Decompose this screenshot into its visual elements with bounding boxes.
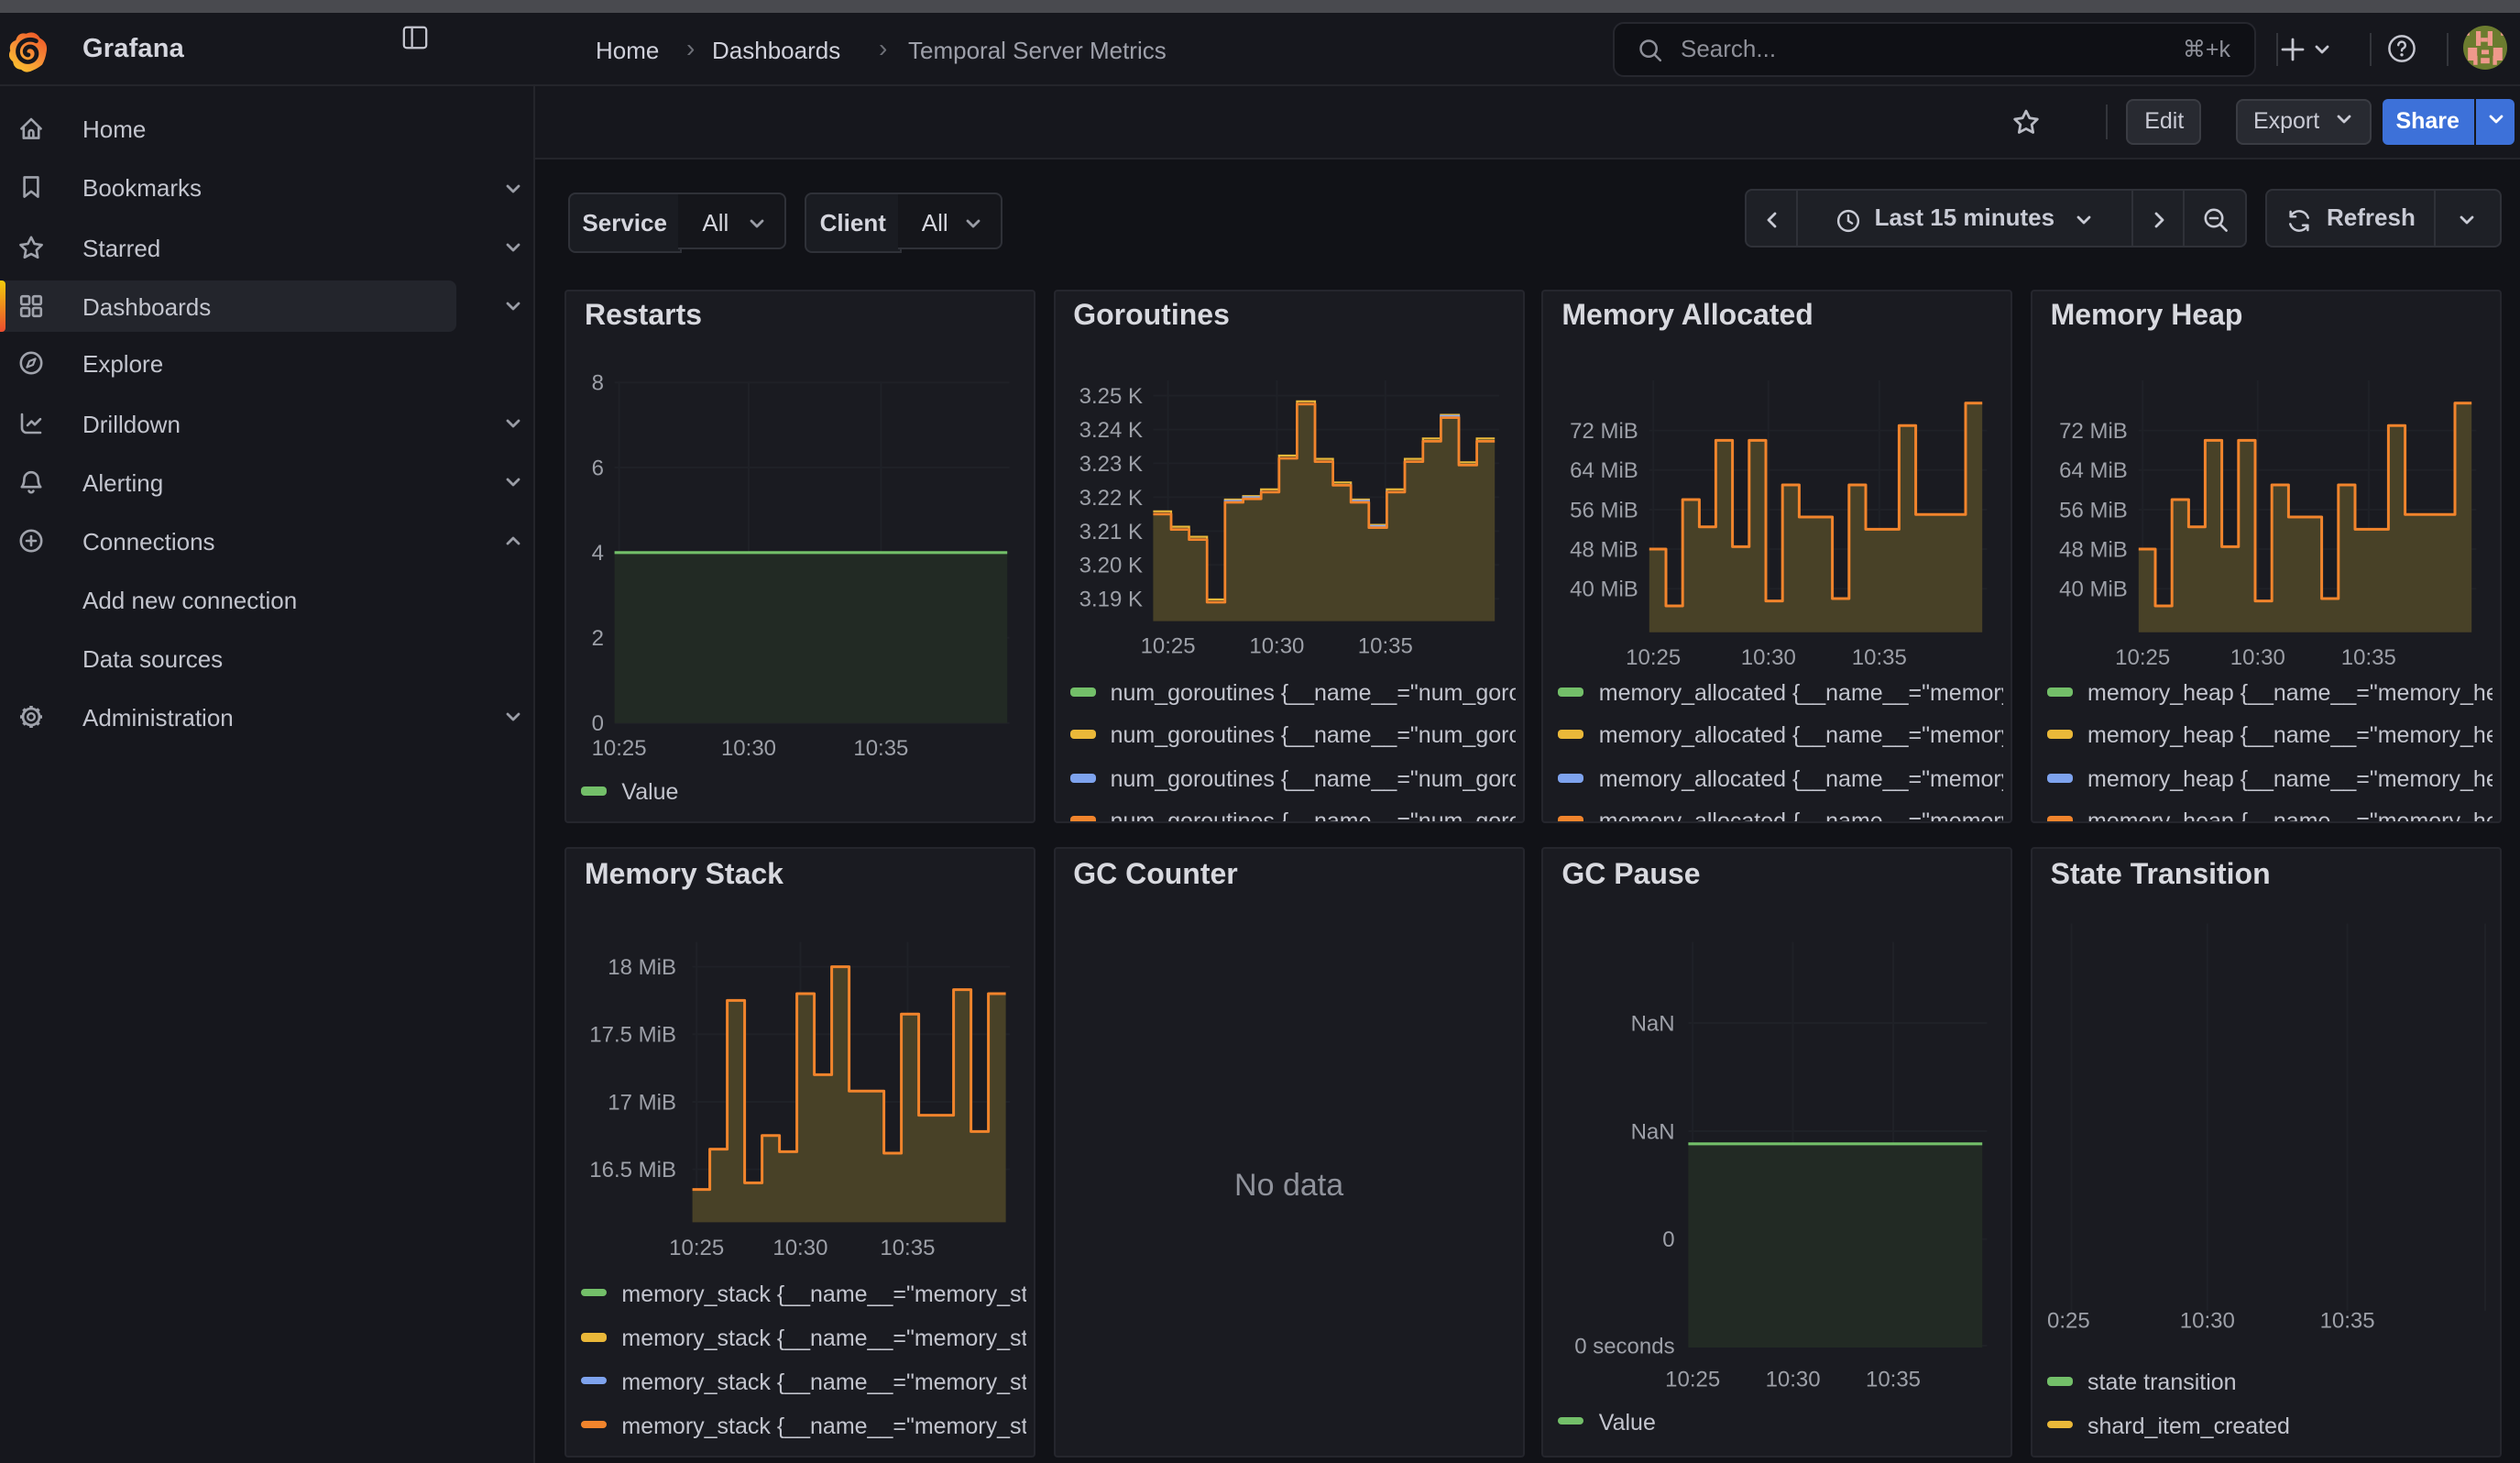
svg-text:3.20 K: 3.20 K bbox=[1079, 553, 1142, 578]
svg-text:2: 2 bbox=[592, 625, 604, 650]
svg-text:10:25: 10:25 bbox=[1140, 633, 1195, 658]
svg-text:3.25 K: 3.25 K bbox=[1079, 383, 1142, 408]
svg-text:10:25: 10:25 bbox=[592, 735, 647, 760]
svg-text:3.19 K: 3.19 K bbox=[1079, 587, 1142, 611]
svg-text:56 MiB: 56 MiB bbox=[1571, 497, 1639, 522]
svg-text:10:35: 10:35 bbox=[1853, 644, 1908, 669]
svg-text:40 MiB: 40 MiB bbox=[1571, 577, 1639, 601]
svg-text:10:35: 10:35 bbox=[854, 735, 909, 760]
svg-text:10:35: 10:35 bbox=[2320, 1308, 2375, 1333]
svg-text:56 MiB: 56 MiB bbox=[2059, 497, 2128, 522]
svg-text:NaN: NaN bbox=[1631, 1119, 1675, 1144]
svg-text:10:25: 10:25 bbox=[1666, 1368, 1721, 1392]
svg-text:10:30: 10:30 bbox=[1249, 633, 1304, 658]
svg-text:64 MiB: 64 MiB bbox=[2059, 457, 2128, 482]
svg-text:17 MiB: 17 MiB bbox=[608, 1090, 677, 1115]
svg-text:4: 4 bbox=[592, 540, 604, 565]
svg-text:40 MiB: 40 MiB bbox=[2059, 577, 2128, 601]
svg-text:10:30: 10:30 bbox=[773, 1236, 828, 1260]
svg-text:3.23 K: 3.23 K bbox=[1079, 451, 1142, 476]
svg-text:10:35: 10:35 bbox=[881, 1236, 936, 1260]
svg-text:10:30: 10:30 bbox=[2230, 644, 2285, 669]
svg-text:10:35: 10:35 bbox=[1357, 633, 1412, 658]
svg-text:0: 0 bbox=[1663, 1227, 1675, 1252]
svg-text:64 MiB: 64 MiB bbox=[1571, 457, 1639, 482]
svg-text:10:35: 10:35 bbox=[2341, 644, 2396, 669]
svg-text:48 MiB: 48 MiB bbox=[2059, 536, 2128, 561]
svg-text:NaN: NaN bbox=[1631, 1011, 1675, 1036]
svg-text:3.24 K: 3.24 K bbox=[1079, 417, 1142, 442]
svg-text:18 MiB: 18 MiB bbox=[608, 955, 677, 980]
svg-text:0: 0 bbox=[592, 710, 604, 735]
svg-text:48 MiB: 48 MiB bbox=[1571, 536, 1639, 561]
svg-text:10:25: 10:25 bbox=[2115, 644, 2170, 669]
svg-text:10:30: 10:30 bbox=[1742, 644, 1797, 669]
svg-text:3.21 K: 3.21 K bbox=[1079, 519, 1142, 544]
svg-text:3.22 K: 3.22 K bbox=[1079, 485, 1142, 510]
svg-text:6: 6 bbox=[592, 455, 604, 479]
svg-text:10:30: 10:30 bbox=[2180, 1308, 2235, 1333]
svg-text:0:25: 0:25 bbox=[2047, 1308, 2090, 1333]
svg-text:10:25: 10:25 bbox=[1627, 644, 1682, 669]
svg-text:10:30: 10:30 bbox=[1766, 1368, 1821, 1392]
svg-text:72 MiB: 72 MiB bbox=[1571, 418, 1639, 443]
svg-text:16.5 MiB: 16.5 MiB bbox=[590, 1158, 677, 1182]
svg-text:10:30: 10:30 bbox=[721, 735, 776, 760]
svg-text:8: 8 bbox=[592, 370, 604, 395]
svg-text:17.5 MiB: 17.5 MiB bbox=[590, 1023, 677, 1048]
svg-text:10:25: 10:25 bbox=[670, 1236, 725, 1260]
svg-text:72 MiB: 72 MiB bbox=[2059, 418, 2128, 443]
svg-text:0 seconds: 0 seconds bbox=[1575, 1334, 1675, 1358]
svg-text:10:35: 10:35 bbox=[1867, 1368, 1922, 1392]
